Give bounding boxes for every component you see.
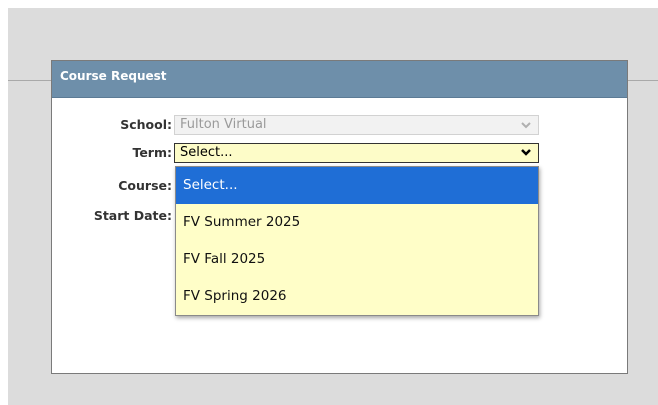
term-select[interactable]: Select... [174, 143, 539, 163]
term-option[interactable]: FV Fall 2025 [176, 241, 538, 278]
term-option[interactable]: Select... [176, 167, 538, 204]
school-row: School: [50, 115, 172, 135]
school-select: Fulton Virtual [174, 115, 539, 135]
chevron-down-icon [520, 144, 532, 168]
term-value: Select... [180, 145, 233, 160]
chevron-down-icon [520, 116, 532, 140]
term-option[interactable]: FV Summer 2025 [176, 204, 538, 241]
term-label: Term: [132, 145, 172, 160]
term-row: Term: [50, 143, 172, 163]
start-date-label: Start Date: [93, 208, 172, 223]
course-row: Course: [50, 176, 172, 196]
school-label: School: [120, 117, 172, 132]
term-option[interactable]: FV Spring 2026 [176, 278, 538, 315]
term-dropdown-list: Select... FV Summer 2025 FV Fall 2025 FV… [175, 166, 539, 316]
start-date-row: Start Date: [50, 206, 172, 226]
panel-title: Course Request [52, 61, 627, 98]
school-value: Fulton Virtual [180, 117, 267, 132]
course-label: Course: [118, 178, 172, 193]
